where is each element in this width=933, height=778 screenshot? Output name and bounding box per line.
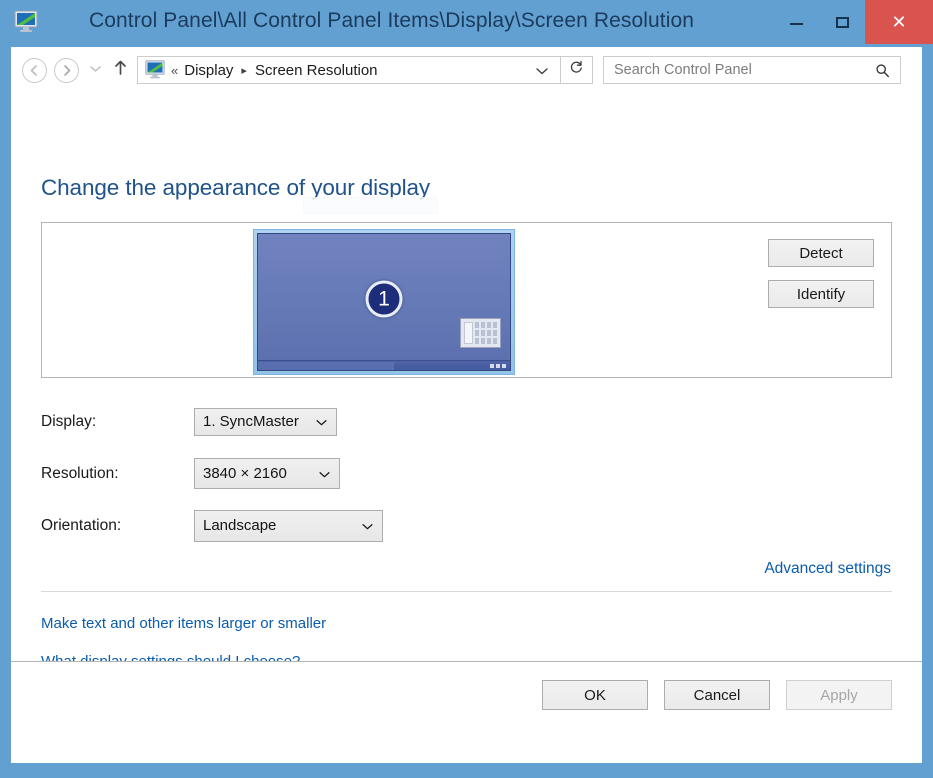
breadcrumb-item-display[interactable]: Display — [184, 62, 233, 79]
what-display-settings-link[interactable]: What display settings should I choose? — [41, 653, 892, 661]
monitor-preview[interactable]: 1 — [253, 229, 515, 375]
setting-row-resolution: Resolution: 3840 × 2160 — [41, 456, 892, 491]
window-controls: ✕ — [773, 0, 933, 44]
advanced-settings-row: Advanced settings — [41, 560, 892, 578]
monitor-screen: 1 — [257, 233, 511, 371]
taskbar-left-region — [258, 362, 395, 370]
setting-row-display: Display: 1. SyncMaster — [41, 404, 892, 439]
minimize-icon — [789, 23, 803, 25]
render-artifact — [303, 197, 438, 214]
display-label: Display: — [41, 412, 97, 430]
orientation-select[interactable]: Landscape — [194, 509, 383, 542]
close-icon: ✕ — [891, 12, 907, 32]
chevron-down-icon — [307, 415, 336, 429]
refresh-icon — [569, 60, 584, 80]
cancel-button[interactable]: Cancel — [664, 680, 770, 710]
detect-button[interactable]: Detect — [768, 239, 874, 267]
monitor-taskbar — [258, 360, 510, 370]
identify-button[interactable]: Identify — [768, 280, 874, 308]
address-dropdown-icon[interactable] — [524, 63, 560, 78]
screen-resolution-window: Control Panel\All Control Panel Items\Di… — [0, 0, 933, 778]
page-title: Change the appearance of your display — [41, 175, 431, 200]
resolution-select[interactable]: 3840 × 2160 — [194, 458, 340, 489]
setting-row-orientation: Orientation: Landscape — [41, 508, 892, 543]
display-preview-panel: 1 Detect Identify — [41, 222, 892, 378]
up-button[interactable] — [108, 59, 132, 81]
search-box[interactable] — [603, 56, 901, 84]
start-tile-large — [464, 322, 473, 344]
resolution-select-value: 3840 × 2160 — [203, 465, 287, 482]
start-tiles-icon — [460, 318, 501, 348]
up-arrow-icon — [113, 59, 128, 81]
ok-button[interactable]: OK — [542, 680, 648, 710]
maximize-icon — [835, 16, 849, 28]
footer-buttons: OK Cancel Apply — [542, 680, 892, 710]
search-icon[interactable] — [865, 63, 900, 78]
content-divider — [41, 591, 892, 592]
refresh-button[interactable] — [561, 56, 593, 84]
search-input[interactable] — [604, 62, 865, 78]
chevron-down-icon — [310, 467, 339, 481]
back-button[interactable] — [22, 57, 47, 83]
client-area: « Display ▸ Screen Resolution Search Con… — [11, 47, 922, 763]
display-settings: Display: 1. SyncMaster Resolution: 3840 … — [41, 404, 892, 543]
address-bar[interactable]: « Display ▸ Screen Resolution — [137, 56, 561, 84]
chevron-down-icon — [353, 519, 382, 533]
minimize-button[interactable] — [773, 0, 819, 44]
title-bar: Control Panel\All Control Panel Items\Di… — [0, 0, 933, 47]
make-text-larger-link[interactable]: Make text and other items larger or smal… — [41, 615, 892, 632]
address-display-monitor-icon — [144, 60, 166, 80]
breadcrumb-overflow-icon[interactable]: « — [171, 63, 178, 78]
forward-arrow-icon — [60, 64, 73, 77]
maximize-button[interactable] — [819, 0, 865, 44]
start-tile-grid — [475, 322, 497, 344]
display-select-value: 1. SyncMaster — [203, 413, 299, 430]
apply-button: Apply — [786, 680, 892, 710]
resolution-label: Resolution: — [41, 464, 119, 482]
close-button[interactable]: ✕ — [865, 0, 933, 44]
forward-button[interactable] — [54, 57, 79, 83]
breadcrumb-separator-icon: ▸ — [241, 64, 247, 77]
help-links: Make text and other items larger or smal… — [41, 615, 892, 661]
navigation-bar: « Display ▸ Screen Resolution — [11, 47, 922, 93]
history-dropdown-button[interactable] — [86, 65, 104, 76]
taskbar-tray-dots-icon — [490, 364, 506, 368]
orientation-label: Orientation: — [41, 516, 122, 534]
content-area: Change the appearance of your display 1 — [11, 93, 922, 661]
advanced-settings-link[interactable]: Advanced settings — [764, 560, 891, 577]
chevron-down-icon — [89, 65, 101, 76]
dialog-footer: OK Cancel Apply — [11, 661, 922, 763]
back-arrow-icon — [28, 64, 41, 77]
orientation-select-value: Landscape — [203, 517, 277, 534]
breadcrumb-item-screen-resolution[interactable]: Screen Resolution — [255, 62, 378, 79]
display-select[interactable]: 1. SyncMaster — [194, 407, 337, 436]
monitor-number-badge: 1 — [365, 280, 403, 318]
preview-action-buttons: Detect Identify — [768, 239, 874, 308]
